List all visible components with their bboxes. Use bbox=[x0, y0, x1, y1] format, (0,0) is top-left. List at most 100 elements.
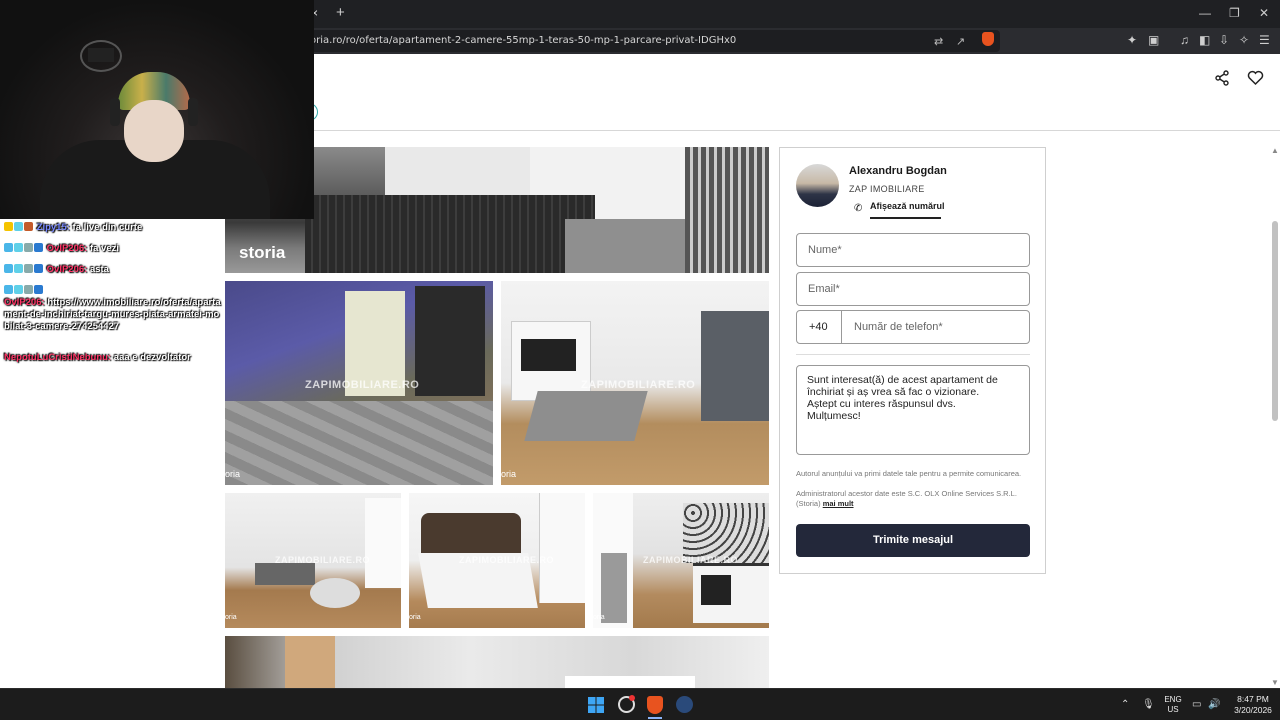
taskbar: ⌃ 🎙 ENG US ▭ 🔊 8:47 PM 3/20/2026 bbox=[0, 688, 1280, 720]
chat-text: fa live din curte bbox=[72, 222, 143, 233]
show-phone-underline bbox=[870, 217, 941, 219]
message-textarea[interactable]: Sunt interesat(ă) de acest apartament de… bbox=[796, 365, 1030, 455]
chat-username[interactable]: OvIP206: bbox=[4, 297, 45, 308]
system-clock[interactable]: 8:47 PM 3/20/2026 bbox=[1228, 694, 1278, 716]
stream-chat: Zipy15: fa live din curte OvIP206: fa ve… bbox=[0, 219, 225, 369]
gift-badge-icon bbox=[24, 222, 33, 231]
phone-prefix-value: +40 bbox=[809, 321, 828, 333]
photo-bedroom[interactable]: ZAPIMOBILIARE.RO oria bbox=[409, 493, 585, 628]
gem-badge-icon bbox=[24, 264, 33, 273]
email-placeholder: Email* bbox=[808, 283, 840, 295]
new-tab-button[interactable]: + bbox=[336, 4, 345, 21]
contact-card: Alexandru Bogdan ZAP IMOBILIARE ✆ Afișea… bbox=[779, 147, 1046, 574]
chat-text: aaa e dezvoltator bbox=[113, 352, 191, 363]
show-phone-button[interactable]: Afișează numărul bbox=[870, 201, 945, 211]
tray-overflow-icon[interactable]: ⌃ bbox=[1121, 699, 1129, 710]
active-app-indicator bbox=[648, 717, 662, 719]
phone-field[interactable]: +40 Număr de telefon* bbox=[796, 310, 1030, 344]
chat-username[interactable]: OvIP206: bbox=[47, 264, 88, 275]
photo-terrace[interactable]: ZAPIMOBILIARE.RO oria bbox=[225, 281, 493, 485]
clock-date: 3/20/2026 bbox=[1234, 705, 1272, 715]
windows-start-icon[interactable] bbox=[588, 697, 604, 718]
volume-icon[interactable]: 🔊 bbox=[1208, 699, 1220, 710]
url-field[interactable]: oria.ro/ro/oferta/apartament-2-camere-55… bbox=[300, 30, 1000, 52]
brave-shield-icon[interactable] bbox=[982, 32, 994, 46]
gem-badge-icon bbox=[24, 285, 33, 294]
webcam-overlay bbox=[0, 0, 314, 219]
cube-badge-icon bbox=[34, 285, 43, 294]
storia-label: oria bbox=[225, 469, 241, 479]
sidebar-icon[interactable]: ◧ bbox=[1199, 33, 1210, 47]
scrollbar-thumb[interactable] bbox=[1272, 221, 1278, 421]
sub-badge-icon bbox=[14, 243, 23, 252]
cube-badge-icon bbox=[34, 264, 43, 273]
chat-message: OvIP206: asta bbox=[4, 264, 222, 276]
name-placeholder: Nume* bbox=[808, 244, 842, 256]
photo-bathroom[interactable] bbox=[225, 636, 769, 688]
maximize-button[interactable]: ❐ bbox=[1229, 6, 1240, 20]
chat-username[interactable]: NepotuLuCristiNebunu: bbox=[4, 352, 111, 363]
watermark: ZAPIMOBILIARE.RO bbox=[305, 379, 420, 391]
keyboard-layout: US bbox=[1167, 705, 1179, 714]
chat-username[interactable]: Zipy15: bbox=[37, 222, 70, 233]
microphone-icon[interactable]: 🎙 bbox=[1142, 699, 1155, 710]
watermark: ZAPIMOBILIARE.RO bbox=[459, 555, 554, 565]
privacy-notice: Autorul anunțului va primi datele tale p… bbox=[796, 469, 1022, 478]
clock-time: 8:47 PM bbox=[1237, 694, 1269, 704]
translate-icon[interactable]: ⇄ bbox=[934, 35, 943, 48]
language-indicator[interactable]: ENG US bbox=[1163, 695, 1183, 715]
network-icon[interactable]: ▭ bbox=[1192, 699, 1201, 710]
sword-badge-icon bbox=[4, 243, 13, 252]
url-text: oria.ro/ro/oferta/apartament-2-camere-55… bbox=[310, 35, 737, 46]
chat-username[interactable]: OvIP206: bbox=[47, 243, 88, 254]
chat-message: Zipy15: fa live din curte bbox=[4, 222, 222, 234]
storia-label: oria bbox=[593, 614, 605, 621]
photo-room[interactable]: ZAPIMOBILIARE.RO oria bbox=[225, 493, 401, 628]
agent-name: Alexandru Bogdan bbox=[849, 165, 947, 177]
message-text: Sunt interesat(ă) de acest apartament de… bbox=[807, 374, 998, 422]
photo-kitchen[interactable]: ZAPIMOBILIARE.RO oria bbox=[593, 493, 769, 628]
more-link[interactable]: mai mult bbox=[823, 499, 854, 508]
steam-icon[interactable] bbox=[676, 696, 693, 713]
gem-badge-icon bbox=[24, 243, 33, 252]
name-field[interactable]: Nume* bbox=[796, 233, 1030, 267]
sword-badge-icon bbox=[4, 285, 13, 294]
brave-browser-icon[interactable] bbox=[647, 696, 663, 714]
phone-placeholder: Număr de telefon* bbox=[854, 321, 943, 333]
crown-badge-icon bbox=[4, 222, 13, 231]
scroll-down-arrow[interactable]: ▼ bbox=[1271, 678, 1279, 687]
watermark: ZAPIMOBILIARE.RO bbox=[275, 555, 370, 565]
storia-label: oria bbox=[409, 614, 421, 621]
chat-message: OvIP206: fa vezi bbox=[4, 243, 222, 255]
photo-living-room[interactable]: ZAPIMOBILIARE.RO oria bbox=[501, 281, 769, 485]
share-page-icon[interactable]: ↗ bbox=[956, 35, 965, 48]
send-message-button[interactable]: Trimite mesajul bbox=[796, 524, 1030, 557]
chat-message: OvIP206: https://www.imobiliare.ro/ofert… bbox=[4, 285, 222, 333]
downloads-icon[interactable]: ⇩ bbox=[1219, 33, 1229, 47]
chat-text: asta bbox=[89, 264, 109, 275]
cube-badge-icon bbox=[34, 243, 43, 252]
form-divider bbox=[796, 354, 1030, 355]
heart-icon[interactable] bbox=[1247, 70, 1264, 91]
close-window-button[interactable]: ✕ bbox=[1259, 6, 1269, 20]
sub-badge-icon bbox=[14, 264, 23, 273]
email-field[interactable]: Email* bbox=[796, 272, 1030, 306]
sub-badge-icon bbox=[14, 285, 23, 294]
extensions-icon[interactable]: ✦ bbox=[1127, 33, 1137, 47]
phone-icon: ✆ bbox=[854, 203, 863, 214]
storia-logo: storia bbox=[239, 243, 286, 262]
share-icon[interactable] bbox=[1214, 70, 1230, 91]
leo-icon[interactable]: ✧ bbox=[1239, 33, 1249, 47]
sub-badge-icon bbox=[14, 222, 23, 231]
scroll-up-arrow[interactable]: ▲ bbox=[1271, 146, 1279, 155]
wallet-icon[interactable]: ▣ bbox=[1148, 33, 1159, 47]
chat-message: NepotuLuCristiNebunu: aaa e dezvoltator bbox=[4, 352, 222, 364]
notification-dot bbox=[629, 695, 635, 701]
data-admin-notice: Administratorul acestor date este S.C. O… bbox=[796, 489, 1030, 508]
media-icon[interactable]: ♫ bbox=[1180, 33, 1189, 47]
menu-icon[interactable]: ☰ bbox=[1259, 33, 1270, 47]
phone-prefix[interactable]: +40 bbox=[797, 311, 842, 343]
agency-name: ZAP IMOBILIARE bbox=[849, 184, 925, 194]
minimize-button[interactable]: — bbox=[1199, 6, 1211, 20]
agent-avatar bbox=[796, 164, 839, 207]
